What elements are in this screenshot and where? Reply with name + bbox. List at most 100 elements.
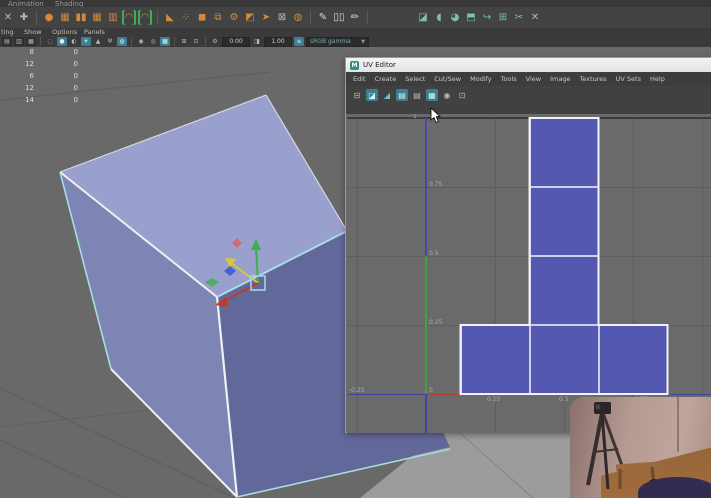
panel-menu-lighting[interactable]: ting xyxy=(1,28,14,36)
smooth-sphere-icon[interactable]: ◍ xyxy=(291,10,305,25)
color-management-icon[interactable]: ≡ xyxy=(294,37,304,46)
shaded-toggle-icon[interactable]: ● xyxy=(57,37,67,46)
uv-menu-help[interactable]: Help xyxy=(650,75,665,83)
bend-deformer-icon[interactable]: ◣ xyxy=(163,10,177,25)
uv-menu-create[interactable]: Create xyxy=(375,75,397,83)
hud-edges-count: 12 xyxy=(0,60,34,68)
pencil-tool-icon[interactable]: ✏ xyxy=(348,10,362,25)
poly-plane-icon[interactable]: ▦ xyxy=(90,10,104,25)
select-tool-icon[interactable]: ✕ xyxy=(1,10,15,25)
hud-edges-selected: 0 xyxy=(44,60,78,68)
uv-checker-icon[interactable]: ▦ xyxy=(426,89,438,101)
uv-menu-tools[interactable]: Tools xyxy=(501,75,517,83)
uv-dim-image-icon[interactable]: ◉ xyxy=(441,89,453,101)
joint-xray-icon[interactable]: Ψ xyxy=(105,37,115,46)
uv-grid-icon[interactable]: ⊞ xyxy=(496,10,510,25)
uv-shaded-view-icon[interactable]: ◪ xyxy=(366,89,378,101)
view-transform-dropdown[interactable]: sRGB gamma ▼ xyxy=(306,37,369,47)
poly-cylinder-icon[interactable]: ▮▮ xyxy=(74,10,88,25)
gamma-field[interactable]: 1.00 xyxy=(264,37,292,47)
view-transform-value: sRGB gamma xyxy=(310,38,351,45)
uv-menu-cutsew[interactable]: Cut/Sew xyxy=(434,75,461,83)
isolate-select-icon[interactable]: ◎ xyxy=(148,37,158,46)
uv-shell-face[interactable] xyxy=(599,325,668,394)
shelf-separator xyxy=(157,10,158,25)
hud-tris-count: 12 xyxy=(0,84,34,92)
v-label-075: 0.75 xyxy=(429,182,442,188)
uv-menu-image[interactable]: Image xyxy=(550,75,570,83)
uv-shell-face[interactable] xyxy=(530,256,599,325)
pen-tool-icon[interactable]: ✎ xyxy=(316,10,330,25)
split-face-icon[interactable]: ◩ xyxy=(243,10,257,25)
poly-grid-icon[interactable]: ▥ xyxy=(106,10,120,25)
uv-spherical-map-icon[interactable]: ◕ xyxy=(448,10,462,25)
cube-combine-icon[interactable]: ◼ xyxy=(195,10,209,25)
uv-cylindrical-map-icon[interactable]: ◖ xyxy=(432,10,446,25)
hud-uvs-selected: 0 xyxy=(44,96,78,104)
exposure-field[interactable]: 0.00 xyxy=(222,37,250,47)
main-window: Animation Shading ✕ ✚ ● ▦ ▮▮ ▦ ▥ ◠ ◠ ◣ ⁘… xyxy=(0,0,711,498)
wireframe-toggle-icon[interactable]: ◌ xyxy=(45,37,55,46)
camera-icon[interactable]: ◉ xyxy=(136,37,146,46)
uv-editor-titlebar[interactable]: M UV Editor xyxy=(346,58,711,72)
poly-cube-icon[interactable]: ▦ xyxy=(58,10,72,25)
panel-separator xyxy=(205,37,206,46)
uv-delete-icon[interactable]: ✕ xyxy=(528,10,542,25)
uv-shell-face[interactable] xyxy=(530,187,599,256)
uv-menu-textures[interactable]: Textures xyxy=(579,75,606,83)
uv-gridline xyxy=(357,118,358,433)
uv-canvas[interactable]: 1 0.75 0.5 0.25 0 -0.25 0.25 0.5 0.75 xyxy=(347,114,711,433)
shadows-toggle-icon[interactable]: ▲ xyxy=(93,37,103,46)
u-label-05: 0.5 xyxy=(559,397,569,403)
hud-verts-count: 8 xyxy=(0,48,34,56)
uv-unfold-icon[interactable]: ↪ xyxy=(480,10,494,25)
uv-gridline xyxy=(702,118,703,433)
duplicate-icon[interactable]: ⧉ xyxy=(211,10,225,25)
curve-tool2-icon[interactable]: ◠ xyxy=(138,10,152,25)
uv-menu-modify[interactable]: Modify xyxy=(470,75,492,83)
uv-shell-face[interactable] xyxy=(461,325,530,394)
lighting-toggle-icon[interactable]: ☀ xyxy=(81,37,91,46)
panel-menu-panels[interactable]: Panels xyxy=(84,28,105,36)
v-label-025: 0.25 xyxy=(429,320,442,326)
uv-shell-face[interactable] xyxy=(530,325,599,394)
lattice-box-icon[interactable]: ⊠ xyxy=(275,10,289,25)
uv-shell-face[interactable] xyxy=(530,118,599,187)
fieldchart-icon[interactable]: ⊞ xyxy=(179,37,189,46)
uv-menu-view[interactable]: View xyxy=(526,75,541,83)
u-label-025: 0.25 xyxy=(487,397,500,403)
panel-menu-options[interactable]: Options xyxy=(52,28,77,36)
scatter-icon[interactable]: ⁘ xyxy=(179,10,193,25)
uv-pixel-snap-icon[interactable]: ▤ xyxy=(411,89,423,101)
panel-menu-show[interactable]: Show xyxy=(24,28,42,36)
uv-menu-edit[interactable]: Edit xyxy=(353,75,366,83)
uv-distortion-icon[interactable]: ◢ xyxy=(381,89,393,101)
resolution-gate-icon[interactable]: ⊡ xyxy=(191,37,201,46)
shelf-tab-animation[interactable]: Animation xyxy=(8,0,44,7)
panel-layout2-icon[interactable]: ▥ xyxy=(14,37,24,46)
uv-layout-view-icon[interactable]: ⊟ xyxy=(351,89,363,101)
gamma-icon[interactable]: ◨ xyxy=(252,37,262,46)
gear-icon[interactable]: ⚙ xyxy=(227,10,241,25)
uv-menu-select[interactable]: Select xyxy=(405,75,425,83)
shelf-tab-shading[interactable]: Shading xyxy=(55,0,83,7)
uv-cut-icon[interactable]: ✂ xyxy=(512,10,526,25)
u-label-neg: -0.25 xyxy=(349,388,365,394)
grid-toggle-icon[interactable]: ▦ xyxy=(160,37,170,46)
curve-tool-icon[interactable]: ◠ xyxy=(122,10,136,25)
snap-tool-icon[interactable]: ✚ xyxy=(17,10,31,25)
extrude-arrow-icon[interactable]: ➤ xyxy=(259,10,273,25)
uv-planar-map-icon[interactable]: ◪ xyxy=(416,10,430,25)
poly-sphere-icon[interactable]: ● xyxy=(42,10,56,25)
uv-menu-uvsets[interactable]: UV Sets xyxy=(616,75,641,83)
textured-toggle-icon[interactable]: ◐ xyxy=(69,37,79,46)
uv-image-display-icon[interactable]: ⊡ xyxy=(456,89,468,101)
uv-automatic-map-icon[interactable]: ⬒ xyxy=(464,10,478,25)
uv-book-icon[interactable]: ▯▯ xyxy=(332,10,346,25)
xray-toggle-icon[interactable]: ◍ xyxy=(117,37,127,46)
panel-layout-icon[interactable]: ▤ xyxy=(2,37,12,46)
exposure-gear-icon[interactable]: ⚙ xyxy=(210,37,220,46)
uv-grid-lines-icon[interactable]: ▤ xyxy=(396,89,408,101)
mouse-cursor xyxy=(430,108,442,124)
panel-layout3-icon[interactable]: ▦ xyxy=(26,37,36,46)
